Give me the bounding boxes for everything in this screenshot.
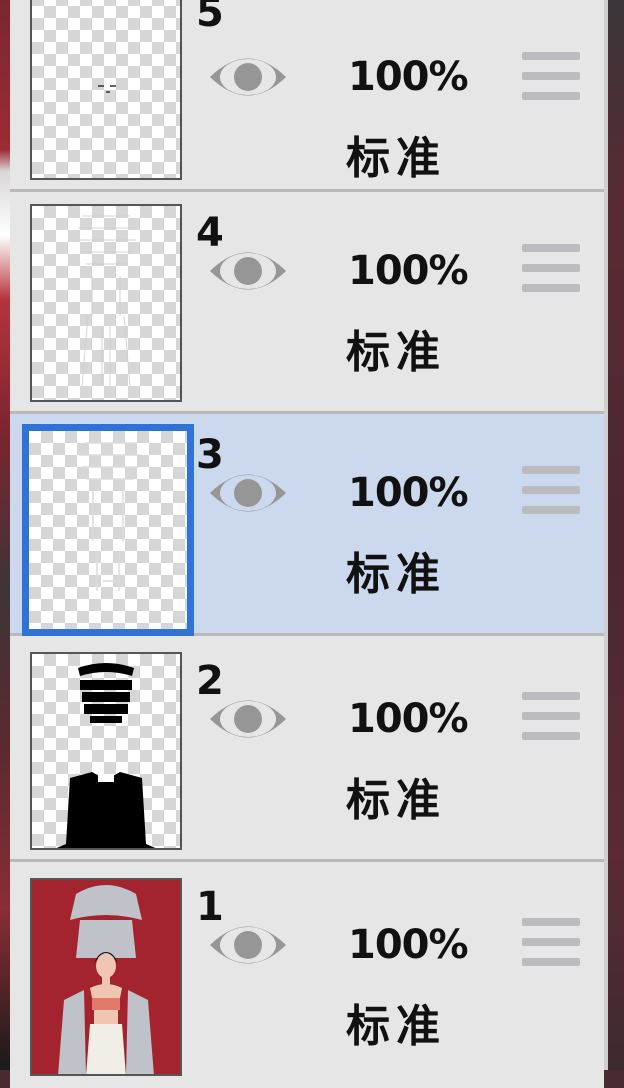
layer-thumbnail-1[interactable]	[30, 878, 182, 1076]
thumbnail-face-marks	[98, 85, 116, 93]
layer-thumbnail-3[interactable]	[22, 424, 194, 636]
thumbnail-sketch	[79, 442, 141, 591]
layer-opacity: 100%	[348, 54, 469, 100]
layer-row-4[interactable]: 4 100% 标准	[10, 192, 604, 414]
layer-opacity: 100%	[348, 470, 469, 516]
drag-handle-icon[interactable]	[522, 918, 580, 968]
eye-icon[interactable]	[208, 916, 288, 974]
layer-blend-mode[interactable]: 标准	[346, 122, 446, 186]
layer-row-5[interactable]: 5 100% 标准	[10, 0, 604, 192]
layer-blend-mode[interactable]: 标准	[346, 764, 446, 828]
layer-row-3[interactable]: 3 100% 标准	[10, 414, 604, 636]
drag-handle-icon[interactable]	[522, 466, 580, 516]
layer-opacity: 100%	[348, 248, 469, 294]
layer-opacity: 100%	[348, 696, 469, 742]
layer-row-1[interactable]: 1 100% 标准	[10, 866, 604, 1088]
eye-icon[interactable]	[208, 690, 288, 748]
thumbnail-silhouette	[56, 663, 156, 848]
layer-number: 5	[196, 0, 224, 36]
scrollbar[interactable]	[604, 0, 608, 1070]
thumbnail-sketch	[76, 215, 136, 387]
eye-icon[interactable]	[208, 464, 288, 522]
drag-handle-icon[interactable]	[522, 52, 580, 102]
eye-icon[interactable]	[208, 242, 288, 300]
layer-thumbnail-5[interactable]	[30, 0, 182, 180]
eye-icon[interactable]	[208, 48, 288, 106]
layer-thumbnail-4[interactable]	[30, 204, 182, 402]
layer-opacity: 100%	[348, 922, 469, 968]
layer-row-2[interactable]: 2 100% 标准	[10, 640, 604, 862]
drag-handle-icon[interactable]	[522, 692, 580, 742]
thumbnail-character	[58, 885, 154, 1074]
layer-thumbnail-2[interactable]	[30, 652, 182, 850]
layer-blend-mode[interactable]: 标准	[346, 316, 446, 380]
layer-blend-mode[interactable]: 标准	[346, 538, 446, 602]
drag-handle-icon[interactable]	[522, 244, 580, 294]
layer-blend-mode[interactable]: 标准	[346, 990, 446, 1054]
